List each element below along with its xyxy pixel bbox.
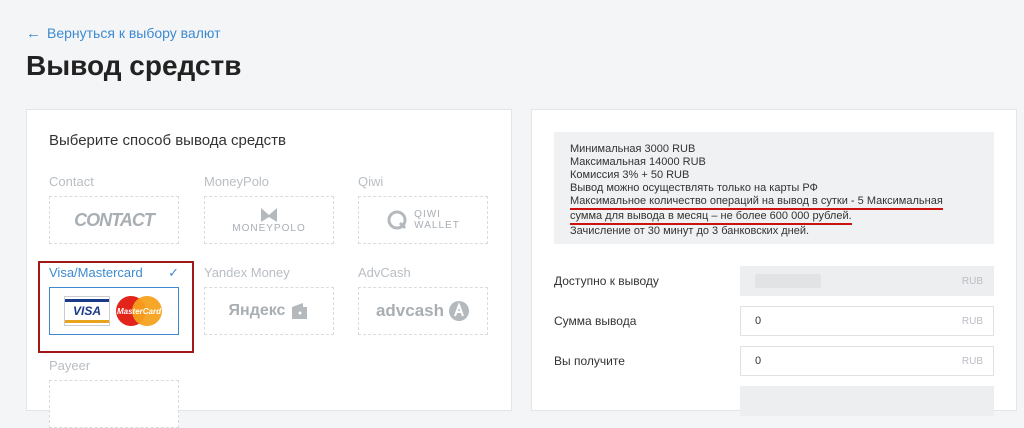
receive-input[interactable]: 0 RUB <box>740 346 994 376</box>
method-label: MoneyPolo <box>204 174 270 189</box>
receive-value: 0 <box>755 355 762 367</box>
info-monthly-limit: сумма для вывода в месяц – не более 600 … <box>570 210 852 225</box>
info-timing: Зачисление от 30 минут до 3 банковских д… <box>570 225 810 237</box>
info-max: Максимальная 14000 RUB <box>570 156 706 168</box>
method-payeer[interactable]: Payeer <box>49 358 179 428</box>
qiwi-icon <box>387 210 407 230</box>
method-card-moneypolo[interactable]: MONEYPOLO <box>204 196 334 244</box>
method-label: Qiwi <box>358 174 384 189</box>
info-min: Минимальная 3000 RUB <box>570 143 696 155</box>
amount-row: Сумма вывода 0 RUB <box>554 306 994 336</box>
next-field <box>740 386 994 416</box>
amount-value: 0 <box>755 315 762 327</box>
method-card-yandex[interactable]: Яндекс <box>204 287 334 335</box>
info-commission: Комиссия 3% + 50 RUB <box>570 169 690 181</box>
back-link-label: Вернуться к выбору валют <box>47 25 221 41</box>
withdraw-details-panel: Минимальная 3000 RUB Максимальная 14000 … <box>531 109 1017 416</box>
moneypolo-icon <box>261 207 277 222</box>
amount-label: Сумма вывода <box>554 314 637 328</box>
method-advcash[interactable]: AdvCash advcash <box>358 265 488 335</box>
receive-label: Вы получите <box>554 354 625 368</box>
currency-label: RUB <box>961 275 983 287</box>
advcash-icon <box>449 301 470 321</box>
method-contact[interactable]: Contact CONTACT <box>49 174 179 244</box>
method-yandex-money[interactable]: Yandex Money Яндекс <box>204 265 334 335</box>
info-cards-only: Вывод можно осуществлять только на карты… <box>570 182 818 194</box>
available-label: Доступно к выводу <box>554 274 659 288</box>
method-card-qiwi[interactable]: QIWI WALLET <box>358 196 488 244</box>
amount-input[interactable]: 0 RUB <box>740 306 994 336</box>
method-card-advcash[interactable]: advcash <box>358 287 488 335</box>
method-moneypolo[interactable]: MoneyPolo MONEYPOLO <box>204 174 334 244</box>
moneypolo-logo: MONEYPOLO <box>232 222 306 234</box>
back-link[interactable]: ← Вернуться к выбору валют <box>26 25 221 41</box>
method-qiwi[interactable]: Qiwi QIWI WALLET <box>358 174 488 244</box>
page-title: Вывод средств <box>26 50 242 81</box>
method-label: Payeer <box>49 358 91 373</box>
method-card-contact[interactable]: CONTACT <box>49 196 179 244</box>
method-card-payeer[interactable] <box>49 380 179 428</box>
withdraw-method-panel: Выберите способ вывода средств Contact C… <box>26 109 512 428</box>
arrow-left-icon: ← <box>26 24 41 42</box>
available-value-blurred <box>755 274 821 288</box>
selection-highlight-annotation <box>38 261 194 353</box>
next-row <box>554 386 994 416</box>
qiwi-logo: QIWI WALLET <box>414 209 460 231</box>
available-row: Доступно к выводу RUB <box>554 266 994 296</box>
currency-label: RUB <box>961 315 983 327</box>
yandex-logo: Яндекс <box>228 302 286 319</box>
advcash-logo: advcash <box>375 301 445 320</box>
method-label: Contact <box>49 174 94 189</box>
panel-heading: Выберите способ вывода средств <box>49 132 286 149</box>
method-label: AdvCash <box>358 265 411 280</box>
wallet-icon <box>292 303 308 319</box>
info-daily-limit: Максимальное количество операций на выво… <box>570 195 943 210</box>
currency-label: RUB <box>961 355 983 367</box>
available-field: RUB <box>740 266 994 296</box>
receive-row: Вы получите 0 RUB <box>554 346 994 376</box>
info-box: Минимальная 3000 RUB Максимальная 14000 … <box>554 132 994 244</box>
method-label: Yandex Money <box>204 265 290 280</box>
contact-logo: CONTACT <box>74 209 155 230</box>
